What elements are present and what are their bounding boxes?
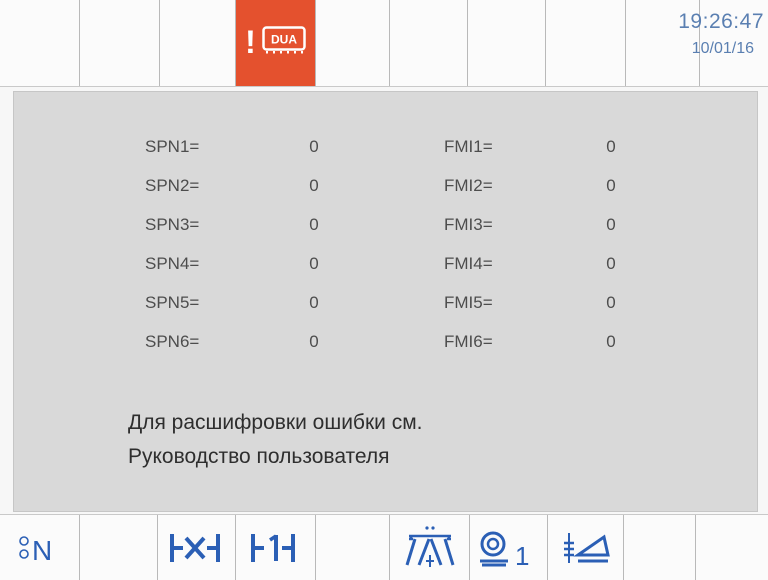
- spn-label: SPN1=: [145, 137, 200, 156]
- alarm-indicator[interactable]: ! DUA: [236, 0, 316, 86]
- header-tilt-button[interactable]: [548, 515, 624, 580]
- fault-row: SPN6= 0 FMI6= 0: [14, 332, 757, 362]
- softkey-9[interactable]: [624, 515, 696, 580]
- fmi-value: 0: [606, 215, 616, 234]
- axle-unlock-button[interactable]: [236, 515, 316, 580]
- fault-codes-panel: SPN1= 0 FMI1= 0 SPN2= 0 FMI2= 0 SPN3= 0 …: [13, 91, 758, 512]
- spn-value: 0: [309, 254, 319, 273]
- neutral-label: N: [32, 535, 52, 565]
- fmi-label: FMI2=: [444, 176, 493, 195]
- fmi-value: 0: [606, 176, 616, 195]
- spn-value: 0: [309, 176, 319, 195]
- boom-float-icon: [405, 525, 454, 567]
- fault-row: SPN3= 0 FMI3= 0: [14, 215, 757, 245]
- fmi-label: FMI4=: [444, 254, 493, 273]
- header-1-label: 1: [515, 541, 529, 568]
- fmi-value: 0: [606, 254, 616, 273]
- spn-label: SPN2=: [145, 176, 200, 195]
- header-tilt-icon: [563, 532, 610, 563]
- clock-date: 10/01/16: [691, 40, 754, 57]
- header-1-button[interactable]: 1: [470, 515, 548, 580]
- alarm-text: DUA: [271, 32, 297, 46]
- note-line-1: Для расшифровки ошибки см.: [128, 411, 423, 434]
- status-slot-8: [546, 0, 626, 86]
- softkey-10[interactable]: [696, 515, 768, 580]
- spn-label: SPN3=: [145, 215, 200, 234]
- exclamation-icon: !: [245, 24, 256, 60]
- fault-row: SPN4= 0 FMI4= 0: [14, 254, 757, 284]
- alarm-dpf-icon: DUA: [262, 25, 306, 59]
- note-line-2: Руководство пользователя: [128, 445, 390, 468]
- fault-row: SPN2= 0 FMI2= 0: [14, 176, 757, 206]
- status-slot-6: [390, 0, 468, 86]
- fmi-label: FMI6=: [444, 332, 493, 351]
- clock-time: 19:26:47: [678, 10, 764, 33]
- axle-unlock-icon: [250, 533, 295, 562]
- softkey-2[interactable]: [80, 515, 158, 580]
- neutral-gear-icon: [18, 535, 29, 559]
- fmi-label: FMI5=: [444, 293, 493, 312]
- fault-row: SPN1= 0 FMI1= 0: [14, 137, 757, 167]
- fmi-value: 0: [606, 332, 616, 351]
- fmi-label: FMI1=: [444, 137, 493, 156]
- spn-label: SPN4=: [145, 254, 200, 273]
- axle-lock-icon: [169, 533, 220, 562]
- spn-label: SPN6=: [145, 332, 200, 351]
- status-slot-5: [316, 0, 390, 86]
- softkey-bar: N 1: [0, 514, 768, 580]
- fault-row: SPN5= 0 FMI5= 0: [14, 293, 757, 323]
- spn-value: 0: [309, 137, 319, 156]
- axle-lock-button[interactable]: [158, 515, 236, 580]
- header-1-icon: [479, 531, 508, 566]
- spn-value: 0: [309, 332, 319, 351]
- fmi-label: FMI3=: [444, 215, 493, 234]
- neutral-button[interactable]: N: [0, 515, 80, 580]
- status-bar: ! DUA 19:26:47 10/01/16: [0, 0, 768, 87]
- softkey-5[interactable]: [316, 515, 390, 580]
- status-slot-7: [468, 0, 546, 86]
- boom-float-button[interactable]: [390, 515, 470, 580]
- spn-value: 0: [309, 215, 319, 234]
- status-slot-1: [0, 0, 80, 86]
- status-slot-3: [160, 0, 236, 86]
- spn-value: 0: [309, 293, 319, 312]
- fmi-value: 0: [606, 293, 616, 312]
- clock-cell: 19:26:47 10/01/16: [678, 0, 768, 86]
- status-slot-2: [80, 0, 160, 86]
- fmi-value: 0: [606, 137, 616, 156]
- spn-label: SPN5=: [145, 293, 200, 312]
